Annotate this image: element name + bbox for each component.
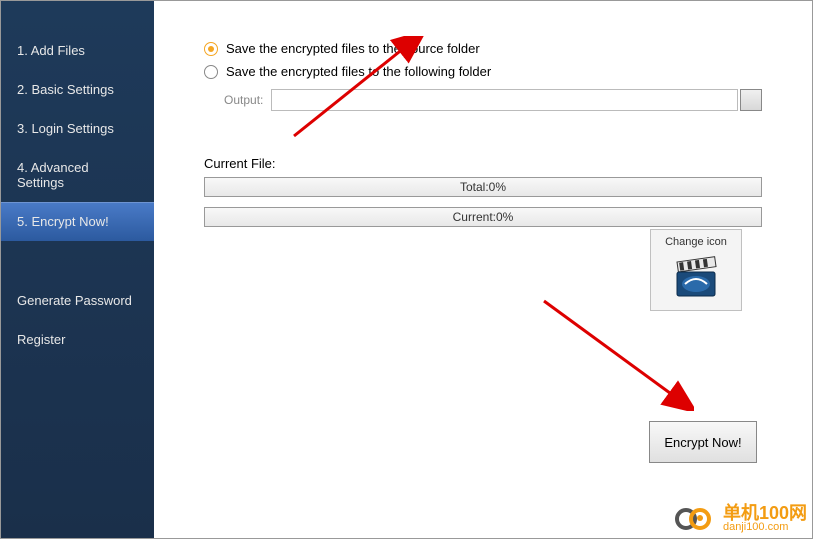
clapper-icon xyxy=(671,254,721,302)
progress-current: Current:0% xyxy=(204,207,762,227)
progress-total: Total:0% xyxy=(204,177,762,197)
encrypt-now-button[interactable]: Encrypt Now! xyxy=(649,421,757,463)
change-icon-panel: Change icon xyxy=(650,229,742,311)
sidebar: 1. Add Files 2. Basic Settings 3. Login … xyxy=(1,1,154,538)
change-icon-label: Change icon xyxy=(655,236,737,248)
radio-save-source-label: Save the encrypted files to the source f… xyxy=(226,41,480,56)
radio-save-following-label: Save the encrypted files to the followin… xyxy=(226,64,491,79)
radio-save-following[interactable] xyxy=(204,65,218,79)
radio-save-source[interactable] xyxy=(204,42,218,56)
sidebar-item-add-files[interactable]: 1. Add Files xyxy=(1,31,154,70)
main-panel: Save the encrypted files to the source f… xyxy=(154,1,812,538)
sidebar-item-basic-settings[interactable]: 2. Basic Settings xyxy=(1,70,154,109)
sidebar-item-advanced-settings[interactable]: 4. Advanced Settings xyxy=(1,148,154,202)
browse-button[interactable] xyxy=(740,89,762,111)
sidebar-item-register[interactable]: Register xyxy=(1,320,154,359)
sidebar-item-encrypt-now[interactable]: 5. Encrypt Now! xyxy=(1,202,154,241)
current-file-label: Current File: xyxy=(204,156,762,171)
sidebar-item-generate-password[interactable]: Generate Password xyxy=(1,281,154,320)
sidebar-item-login-settings[interactable]: 3. Login Settings xyxy=(1,109,154,148)
icon-preview[interactable] xyxy=(671,254,721,302)
output-input[interactable] xyxy=(271,89,738,111)
output-label: Output: xyxy=(224,93,263,107)
